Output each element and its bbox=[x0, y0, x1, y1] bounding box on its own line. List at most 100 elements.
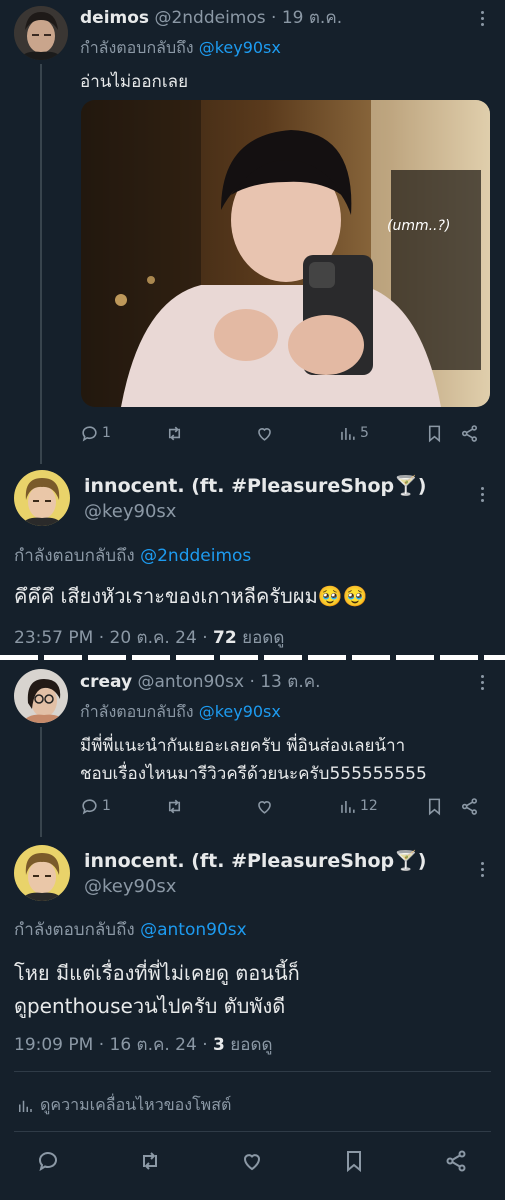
replying-to: กำลังตอบกลับถึง @2nddeimos bbox=[14, 542, 251, 569]
reply-count: 1 bbox=[102, 798, 111, 814]
more-options-icon[interactable] bbox=[479, 484, 485, 505]
share-icon bbox=[446, 1150, 466, 1172]
screenshot-divider bbox=[0, 655, 505, 660]
reply-button[interactable]: 1 bbox=[80, 420, 111, 446]
views-count: 3 bbox=[213, 1035, 225, 1055]
analytics-icon bbox=[341, 427, 355, 440]
tweet-text-line-1: มีพี่พี่แนะนำกันเยอะเลยครับ พี่อินส่องเล… bbox=[80, 736, 406, 756]
retweet-icon bbox=[168, 799, 181, 813]
reply-icon bbox=[39, 1152, 57, 1172]
avatar-image bbox=[14, 845, 70, 901]
tweet-actions: 1 5 bbox=[80, 420, 490, 446]
tweet-actions: 1 12 bbox=[80, 793, 490, 819]
retweet-button[interactable] bbox=[138, 1148, 162, 1174]
replying-handle[interactable]: @anton90sx bbox=[140, 920, 247, 940]
avatar-creay[interactable] bbox=[14, 669, 68, 723]
reply-button[interactable] bbox=[36, 1148, 60, 1174]
heart-icon bbox=[258, 427, 271, 441]
views-count: 12 bbox=[360, 798, 378, 814]
thread-line bbox=[40, 64, 42, 464]
replying-prefix: กำลังตอบกลับถึง bbox=[14, 546, 135, 566]
timestamp-text[interactable]: 19:09 PM · 16 ต.ค. 24 · bbox=[14, 1035, 213, 1055]
tweet-text-line-2: ชอบเรื่องไหนมารีวิวครีด้วยนะครับ55555555… bbox=[80, 764, 427, 784]
timestamp-text[interactable]: 23:57 PM · 20 ต.ค. 24 · bbox=[14, 628, 213, 648]
handle[interactable]: @anton90sx bbox=[137, 672, 244, 692]
handle[interactable]: @2nddeimos bbox=[154, 8, 265, 28]
avatar-deimos[interactable] bbox=[14, 6, 68, 60]
replying-handle[interactable]: @key90sx bbox=[199, 38, 281, 57]
thread-line bbox=[40, 727, 42, 837]
views-count: 5 bbox=[360, 425, 369, 441]
avatar-image bbox=[14, 6, 68, 60]
display-name[interactable]: innocent. (ft. #PleasureShop🍸) bbox=[84, 474, 426, 497]
reply-button[interactable]: 1 bbox=[80, 793, 111, 819]
retweet-button[interactable] bbox=[165, 420, 184, 446]
views-label: ยอดดู bbox=[224, 1035, 273, 1055]
bookmark-button[interactable] bbox=[425, 793, 444, 819]
tweet-actions bbox=[36, 1148, 476, 1176]
divider bbox=[14, 1131, 491, 1132]
retweet-button[interactable] bbox=[165, 793, 184, 819]
tweet-text: คึคึคึ เสียงหัวเราะของเกาหลีครับผม🥹🥹 bbox=[14, 584, 368, 608]
reply-count: 1 bbox=[102, 425, 111, 441]
tweet-date[interactable]: · 19 ต.ค. bbox=[271, 8, 342, 28]
avatar-innocent[interactable] bbox=[14, 845, 70, 901]
display-name[interactable]: innocent. (ft. #PleasureShop🍸) bbox=[84, 849, 426, 872]
replying-handle[interactable]: @key90sx bbox=[199, 702, 281, 721]
like-button[interactable] bbox=[255, 793, 274, 819]
media-photo bbox=[81, 100, 490, 407]
replying-to: กำลังตอบกลับถึง @anton90sx bbox=[14, 916, 247, 943]
retweet-icon bbox=[168, 426, 181, 440]
bookmark-button[interactable] bbox=[425, 420, 444, 446]
replying-handle[interactable]: @2nddeimos bbox=[140, 546, 251, 566]
share-icon bbox=[461, 424, 478, 442]
bookmark-icon bbox=[428, 425, 441, 442]
handle[interactable]: @key90sx bbox=[84, 501, 176, 522]
replying-prefix: กำลังตอบกลับถึง bbox=[80, 38, 194, 57]
avatar-innocent[interactable] bbox=[14, 470, 70, 526]
share-button[interactable] bbox=[444, 1148, 468, 1174]
tweet-text-line-2: ดูpenthouseวนไปครับ ตับพังดี bbox=[14, 994, 286, 1018]
tweet-media-image[interactable]: (umm..?) bbox=[81, 100, 490, 407]
tweet-timestamp: 23:57 PM · 20 ต.ค. 24 · 72 ยอดดู bbox=[14, 624, 284, 651]
replying-prefix: กำลังตอบกลับถึง bbox=[14, 920, 135, 940]
tweet-text-line-1: โหย มีแต่เรื่องที่พี่ไม่เคยดู ตอนนี้ก็ bbox=[14, 961, 300, 985]
bookmark-icon bbox=[347, 1151, 361, 1173]
share-icon bbox=[461, 797, 478, 815]
reply-icon bbox=[82, 798, 97, 815]
image-caption: (umm..?) bbox=[387, 218, 451, 234]
tweet-header: creay @anton90sx · 13 ต.ค. bbox=[80, 668, 321, 695]
avatar-image bbox=[14, 669, 68, 723]
views-label: ยอดดู bbox=[236, 628, 285, 648]
retweet-icon bbox=[143, 1152, 157, 1170]
handle[interactable]: @key90sx bbox=[84, 876, 176, 897]
avatar-image bbox=[14, 470, 70, 526]
engagement-label: ดูความเคลื่อนไหวของโพสต์ bbox=[40, 1095, 232, 1114]
like-button[interactable] bbox=[255, 420, 274, 446]
replying-to: กำลังตอบกลับถึง @key90sx bbox=[80, 700, 281, 725]
heart-icon bbox=[243, 1154, 261, 1171]
heart-icon bbox=[258, 800, 271, 814]
views-button[interactable]: 5 bbox=[338, 420, 369, 446]
share-button[interactable] bbox=[460, 793, 479, 819]
analytics-icon bbox=[19, 1100, 32, 1112]
display-name[interactable]: deimos bbox=[80, 8, 149, 28]
views-button[interactable]: 12 bbox=[338, 793, 378, 819]
analytics-icon bbox=[341, 800, 355, 813]
display-name[interactable]: creay bbox=[80, 672, 132, 692]
tweet-date[interactable]: · 13 ต.ค. bbox=[249, 672, 320, 692]
bookmark-button[interactable] bbox=[342, 1148, 366, 1174]
more-options-icon[interactable] bbox=[479, 672, 485, 693]
bookmark-icon bbox=[428, 798, 441, 815]
tweet-timestamp: 19:09 PM · 16 ต.ค. 24 · 3 ยอดดู bbox=[14, 1031, 273, 1058]
post-engagements-link[interactable]: ดูความเคลื่อนไหวของโพสต์ bbox=[16, 1093, 231, 1118]
share-button[interactable] bbox=[460, 420, 479, 446]
views-count: 72 bbox=[213, 628, 237, 648]
replying-prefix: กำลังตอบกลับถึง bbox=[80, 702, 194, 721]
more-options-icon[interactable] bbox=[479, 8, 485, 29]
more-options-icon[interactable] bbox=[479, 859, 485, 880]
reply-icon bbox=[82, 425, 97, 442]
replying-to: กำลังตอบกลับถึง @key90sx bbox=[80, 36, 281, 61]
divider bbox=[14, 1071, 491, 1072]
like-button[interactable] bbox=[240, 1148, 264, 1174]
